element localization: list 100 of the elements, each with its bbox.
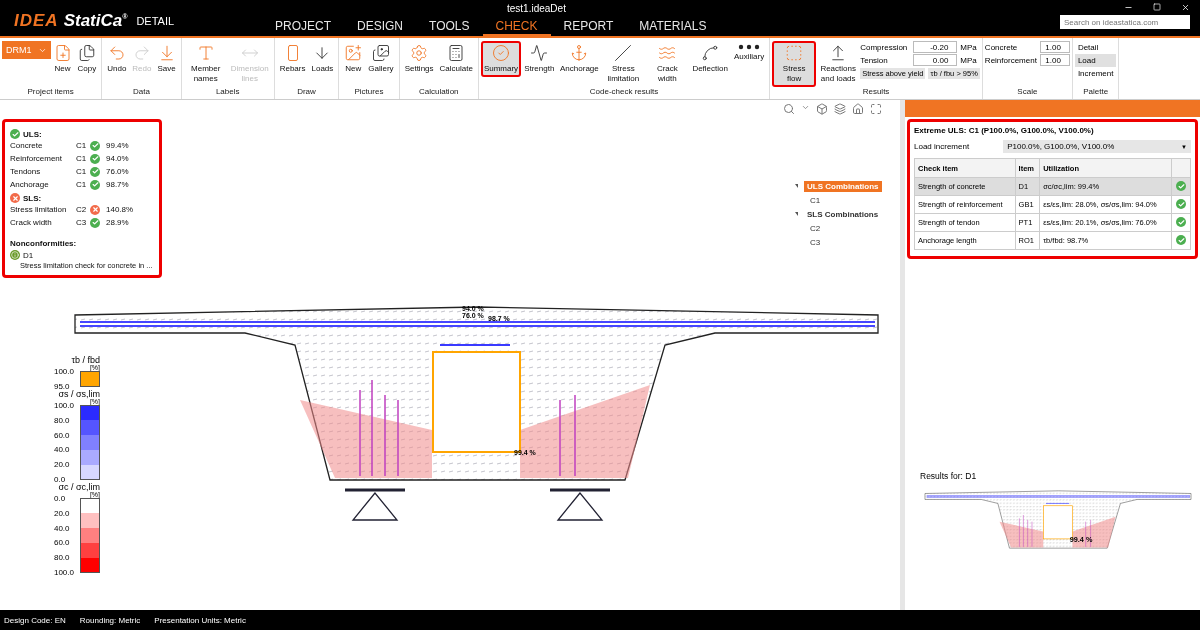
group-label: Palette bbox=[1082, 87, 1110, 98]
tick-label: 80.0 bbox=[53, 553, 71, 563]
palette-option[interactable]: Increment bbox=[1074, 67, 1117, 80]
ribbon-button[interactable]: Copy bbox=[74, 41, 100, 77]
calculator-icon bbox=[447, 44, 466, 62]
group-label: Calculation bbox=[417, 87, 460, 98]
undo-icon bbox=[107, 44, 126, 62]
status-text: Rounding: Metric bbox=[79, 615, 141, 625]
field-label: Compression bbox=[860, 42, 909, 52]
graph-line-icon bbox=[530, 44, 549, 62]
unit-label: MPa bbox=[960, 42, 978, 52]
utilization-value: 99.4% bbox=[105, 141, 130, 150]
tick-label: 80.0 bbox=[53, 415, 71, 425]
group-label: Labels bbox=[214, 87, 241, 98]
slash-icon bbox=[614, 44, 633, 62]
ribbon-button[interactable]: Undo bbox=[104, 41, 130, 77]
zoom-icon[interactable] bbox=[783, 103, 795, 115]
maximize-icon[interactable] bbox=[1153, 3, 1161, 11]
waves-icon bbox=[658, 44, 677, 62]
anchor-icon bbox=[570, 44, 589, 62]
tick-label: 100.0 bbox=[53, 367, 74, 376]
group-label: Draw bbox=[296, 87, 317, 98]
palette-option[interactable]: Load bbox=[1074, 54, 1117, 67]
ribbon-button[interactable]: Stress limitation bbox=[601, 41, 646, 87]
group-label: Project items bbox=[26, 87, 75, 98]
ribbon-button[interactable]: Deflection bbox=[689, 41, 731, 77]
menu-tab[interactable]: REPORT bbox=[550, 17, 627, 36]
files-icon bbox=[77, 44, 96, 62]
menu-tab[interactable]: CHECK bbox=[482, 17, 551, 36]
field-label: Reinforcement bbox=[984, 55, 1037, 65]
legend-title: σs / σs,lim bbox=[57, 389, 100, 399]
field-label: Tension bbox=[860, 55, 889, 65]
ribbon-button[interactable]: Settings bbox=[401, 41, 437, 77]
menu-tab[interactable]: TOOLS bbox=[416, 17, 483, 36]
ribbon-button[interactable]: Auxiliary bbox=[730, 41, 768, 65]
ribbon-button[interactable]: Anchorage bbox=[557, 41, 602, 77]
chevron-down-icon[interactable] bbox=[801, 103, 810, 112]
fullscreen-icon[interactable] bbox=[870, 103, 882, 115]
ribbon-button[interactable]: Loads bbox=[308, 41, 337, 77]
ribbon-button[interactable]: New bbox=[50, 41, 75, 77]
check-name: Tendons bbox=[10, 167, 42, 176]
home-icon[interactable] bbox=[852, 103, 864, 115]
tree-item[interactable]: C3 bbox=[807, 236, 824, 248]
utilization-value: 94.0% bbox=[105, 154, 130, 163]
ribbon-button[interactable]: Calculate bbox=[436, 41, 476, 77]
field-label: Concrete bbox=[984, 42, 1019, 52]
info-icon bbox=[10, 250, 20, 260]
menu-tab[interactable]: MATERIALS bbox=[626, 17, 720, 36]
number-field[interactable]: 0.00 bbox=[913, 54, 958, 66]
status-text: Design Code: EN bbox=[4, 615, 66, 625]
tick-label: 60.0 bbox=[53, 430, 71, 440]
ribbon-button[interactable]: Stress flow bbox=[772, 41, 817, 87]
check-name: Concrete bbox=[10, 141, 44, 150]
search-field[interactable]: Search on ideastatica.com bbox=[1060, 15, 1190, 29]
ribbon-button[interactable]: Reactions and loads bbox=[816, 41, 861, 87]
unit-label: MPa bbox=[960, 55, 978, 65]
tick-label: 100.0 bbox=[53, 568, 74, 577]
window-title: test1.ideaDet bbox=[507, 3, 566, 14]
ribbon-button[interactable]: Summary bbox=[480, 41, 522, 77]
logo-text: StatiCa$^{®}$ bbox=[63, 11, 128, 31]
ribbon-button[interactable]: Strength bbox=[521, 41, 558, 77]
group-label: Code-check results bbox=[588, 87, 660, 98]
menu-tab[interactable]: PROJECT bbox=[262, 17, 344, 36]
tree-item[interactable]: C1 bbox=[807, 194, 824, 206]
tick-label: 20.0 bbox=[53, 460, 71, 470]
expand-caret-icon[interactable] bbox=[795, 184, 798, 188]
group-label: Results bbox=[861, 87, 891, 98]
combination-label: C1 bbox=[76, 154, 88, 163]
combination-label: C1 bbox=[76, 141, 88, 150]
utilization-value: 28.9% bbox=[105, 218, 130, 227]
tick-label: 0.0 bbox=[53, 494, 67, 503]
cube-icon[interactable] bbox=[816, 103, 828, 115]
combination-label: C3 bbox=[76, 218, 88, 227]
layers-icon[interactable] bbox=[834, 103, 846, 115]
legend-title: σc / σc,lim bbox=[57, 482, 100, 492]
group-label: Pictures bbox=[353, 87, 385, 98]
menu-tab[interactable]: DESIGN bbox=[344, 17, 417, 36]
number-field[interactable]: 1.00 bbox=[1039, 41, 1070, 53]
number-field[interactable]: 1.00 bbox=[1039, 54, 1070, 66]
utilization-value: 140.8% bbox=[105, 205, 135, 214]
tree-item[interactable]: SLS Combinations bbox=[804, 208, 882, 220]
tick-label: 95.0 bbox=[53, 382, 71, 391]
redo-icon bbox=[132, 44, 151, 62]
ribbon-button[interactable]: Rebars bbox=[276, 41, 309, 77]
check-name: Reinforcement bbox=[10, 154, 64, 163]
expand-caret-icon[interactable] bbox=[795, 212, 798, 216]
ribbon-button[interactable]: New bbox=[341, 41, 366, 77]
combination-label: C1 bbox=[76, 167, 88, 176]
combination-label: C2 bbox=[76, 205, 88, 214]
ribbon-button[interactable]: Member names bbox=[183, 41, 228, 87]
image-plus-icon bbox=[344, 44, 363, 62]
combination-label: C1 bbox=[76, 180, 88, 189]
tree-item[interactable]: C2 bbox=[807, 222, 824, 234]
ribbon-button[interactable]: Save bbox=[154, 41, 179, 77]
section-title: SLS: bbox=[23, 193, 42, 203]
close-icon[interactable] bbox=[1181, 3, 1190, 12]
number-field[interactable]: -0.20 bbox=[913, 41, 958, 53]
ribbon-button[interactable]: Gallery bbox=[365, 41, 397, 77]
ribbon-button[interactable]: Crack width bbox=[645, 41, 690, 87]
palette-option[interactable]: Detail bbox=[1074, 41, 1117, 54]
